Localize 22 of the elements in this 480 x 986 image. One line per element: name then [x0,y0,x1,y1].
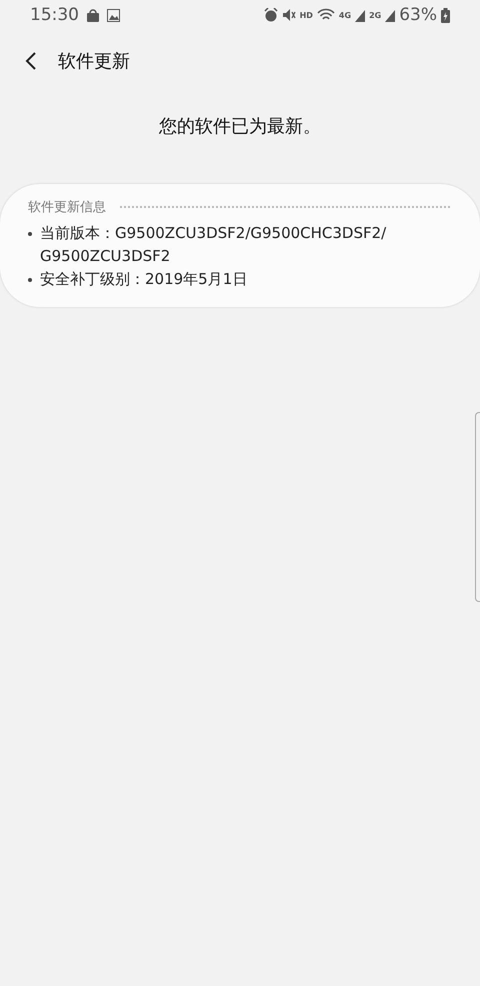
alarm-icon [264,8,278,22]
bullet-icon [28,232,32,236]
mute-icon [282,8,296,22]
image-icon [107,8,120,22]
signal-icon [385,8,396,22]
battery-icon [441,8,450,22]
status-message: 您的软件已为最新。 [159,115,321,139]
bullet-icon [28,278,32,282]
bag-icon [87,8,99,22]
wifi-icon [316,8,335,22]
signal-icon [355,8,366,22]
page-title: 软件更新 [58,50,130,73]
network-type: 4G [338,10,352,20]
clock: 15:30 [30,5,79,25]
info-text: 当前版本：G9500ZCU3DSF2/G9500CHC3DSF2/ G9500ZCU3DSF2 [40,223,388,267]
battery-percentage: 63% [399,5,437,25]
info-text: 安全补丁级别：2019年5月1日 [40,269,248,290]
section-title: 软件更新信息 [28,199,106,216]
back-icon [24,51,38,71]
network-type: 2G [369,10,382,20]
hd-indicator: HD [300,10,313,20]
edge-panel-handle[interactable] [475,412,480,602]
